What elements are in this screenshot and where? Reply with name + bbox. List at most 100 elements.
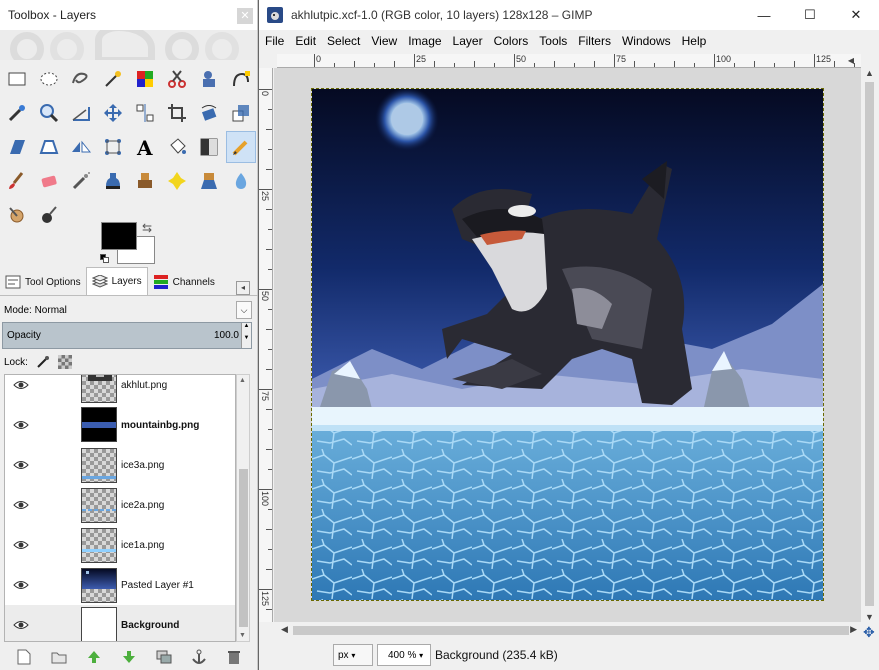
raise-layer-icon[interactable] xyxy=(86,649,102,665)
scroll-down-icon[interactable]: ▼ xyxy=(239,632,246,639)
horizontal-ruler[interactable]: 0 25 50 75 100 125 xyxy=(277,54,861,68)
new-layer-icon[interactable] xyxy=(16,649,32,665)
tool-zoom[interactable] xyxy=(34,97,64,129)
layer-row[interactable]: ice1a.png xyxy=(5,525,235,565)
tool-cage-transform[interactable] xyxy=(98,131,128,163)
vertical-scrollbar[interactable]: ▲ ▼ xyxy=(861,68,877,622)
tool-shear[interactable] xyxy=(2,131,32,163)
navigate-icon[interactable]: ✥ xyxy=(863,624,875,641)
duplicate-layer-icon[interactable] xyxy=(156,649,172,665)
menu-select[interactable]: Select xyxy=(327,34,360,48)
tool-rect-select[interactable] xyxy=(2,63,32,95)
layers-scroll-thumb[interactable] xyxy=(239,469,248,627)
tool-ellipse-select[interactable] xyxy=(34,63,64,95)
layer-name[interactable]: akhlut.png xyxy=(121,380,167,391)
layer-row[interactable]: akhlut.png xyxy=(5,375,235,405)
layer-name[interactable]: mountainbg.png xyxy=(121,420,199,431)
vertical-scroll-thumb[interactable] xyxy=(865,82,874,606)
layer-row[interactable]: mountainbg.png xyxy=(5,405,235,445)
canvas-area[interactable] xyxy=(274,68,861,622)
zoom-select[interactable]: 400 % ▾ xyxy=(377,644,431,666)
menu-view[interactable]: View xyxy=(371,34,397,48)
tool-heal[interactable] xyxy=(162,165,192,197)
tool-fuzzy-select[interactable] xyxy=(98,63,128,95)
menu-help[interactable]: Help xyxy=(682,34,707,48)
tool-dodge-burn[interactable] xyxy=(2,199,32,231)
horizontal-scroll-thumb[interactable] xyxy=(293,626,849,635)
lock-pixels-icon[interactable] xyxy=(36,355,50,369)
image-canvas[interactable] xyxy=(311,88,824,601)
layers-scrollbar[interactable]: ▲ ▼ xyxy=(236,374,250,642)
tool-paintbrush[interactable] xyxy=(2,165,32,197)
scroll-up-icon[interactable]: ▲ xyxy=(239,377,246,384)
dock-menu-icon[interactable]: ◂ xyxy=(236,281,250,295)
layer-name[interactable]: ice3a.png xyxy=(121,460,164,471)
layer-name[interactable]: ice1a.png xyxy=(121,540,164,551)
tool-blend[interactable] xyxy=(194,131,224,163)
tool-smudge[interactable] xyxy=(226,165,256,197)
reset-colors-icon[interactable] xyxy=(100,254,110,264)
scroll-left-icon[interactable]: ◀ xyxy=(281,624,288,635)
menu-filters[interactable]: Filters xyxy=(578,34,611,48)
scroll-down-icon[interactable]: ▼ xyxy=(865,612,874,622)
layer-row[interactable]: ice2a.png xyxy=(5,485,235,525)
layer-mode-row[interactable]: Mode: Normal ⌵ xyxy=(0,300,252,320)
tool-clone[interactable] xyxy=(130,165,160,197)
lower-layer-icon[interactable] xyxy=(121,649,137,665)
opacity-spinner[interactable]: ▲ ▼ xyxy=(241,323,251,348)
eye-icon[interactable] xyxy=(13,540,29,550)
new-layer-group-icon[interactable] xyxy=(51,649,67,665)
tool-ink[interactable] xyxy=(98,165,128,197)
eye-icon[interactable] xyxy=(13,380,29,390)
swap-colors-icon[interactable]: ⇆ xyxy=(142,221,152,235)
tool-eraser[interactable] xyxy=(34,165,64,197)
tool-flip[interactable] xyxy=(66,131,96,163)
menu-windows[interactable]: Windows xyxy=(622,34,671,48)
minimize-icon[interactable]: — xyxy=(741,0,787,30)
tool-move[interactable] xyxy=(98,97,128,129)
layer-row[interactable]: Pasted Layer #1 xyxy=(5,565,235,605)
tool-perspective-clone[interactable] xyxy=(194,165,224,197)
tool-bucket-fill[interactable] xyxy=(162,131,192,163)
tool-foreground-select[interactable] xyxy=(194,63,224,95)
layer-name[interactable]: ice2a.png xyxy=(121,500,164,511)
delete-layer-icon[interactable] xyxy=(226,649,242,665)
tool-free-select[interactable] xyxy=(66,63,96,95)
tool-crop[interactable] xyxy=(162,97,192,129)
chevron-down-icon[interactable]: ⌵ xyxy=(236,301,252,319)
unit-select[interactable]: px ▾ xyxy=(333,644,373,666)
tool-measure[interactable] xyxy=(66,97,96,129)
layer-row[interactable]: Background xyxy=(5,605,235,641)
layer-name[interactable]: Background xyxy=(121,620,179,631)
tool-scissors-select[interactable] xyxy=(162,63,192,95)
window-close-icon[interactable]: ✕ xyxy=(833,0,879,30)
menu-edit[interactable]: Edit xyxy=(295,34,316,48)
image-menu-icon[interactable]: ◀ xyxy=(845,54,857,68)
menu-tools[interactable]: Tools xyxy=(539,34,567,48)
opacity-slider[interactable]: Opacity 100.0 ▲ ▼ xyxy=(2,322,252,349)
menu-file[interactable]: File xyxy=(265,34,284,48)
eye-icon[interactable] xyxy=(13,500,29,510)
tab-channels[interactable]: Channels xyxy=(148,269,220,295)
close-icon[interactable]: ✕ xyxy=(237,8,253,24)
eye-icon[interactable] xyxy=(13,580,29,590)
menu-layer[interactable]: Layer xyxy=(453,34,483,48)
menu-image[interactable]: Image xyxy=(408,34,441,48)
menu-colors[interactable]: Colors xyxy=(494,34,529,48)
layer-name[interactable]: Pasted Layer #1 xyxy=(121,580,194,591)
tool-airbrush[interactable] xyxy=(66,165,96,197)
tab-tool-options[interactable]: Tool Options xyxy=(0,269,86,295)
horizontal-scrollbar[interactable]: ◀ ▶ xyxy=(277,622,861,638)
scroll-right-icon[interactable]: ▶ xyxy=(850,624,857,635)
vertical-ruler[interactable]: 0 25 50 75 100 125 xyxy=(259,68,273,622)
tool-paths[interactable] xyxy=(226,63,256,95)
layer-row[interactable]: ice3a.png xyxy=(5,445,235,485)
tool-text[interactable]: A xyxy=(130,131,160,163)
tool-rotate[interactable] xyxy=(194,97,224,129)
eye-icon[interactable] xyxy=(13,620,29,630)
eye-icon[interactable] xyxy=(13,460,29,470)
tool-scale[interactable] xyxy=(226,97,256,129)
maximize-icon[interactable]: ☐ xyxy=(787,0,833,30)
scroll-up-icon[interactable]: ▲ xyxy=(865,68,874,78)
tool-perspective[interactable] xyxy=(34,131,64,163)
